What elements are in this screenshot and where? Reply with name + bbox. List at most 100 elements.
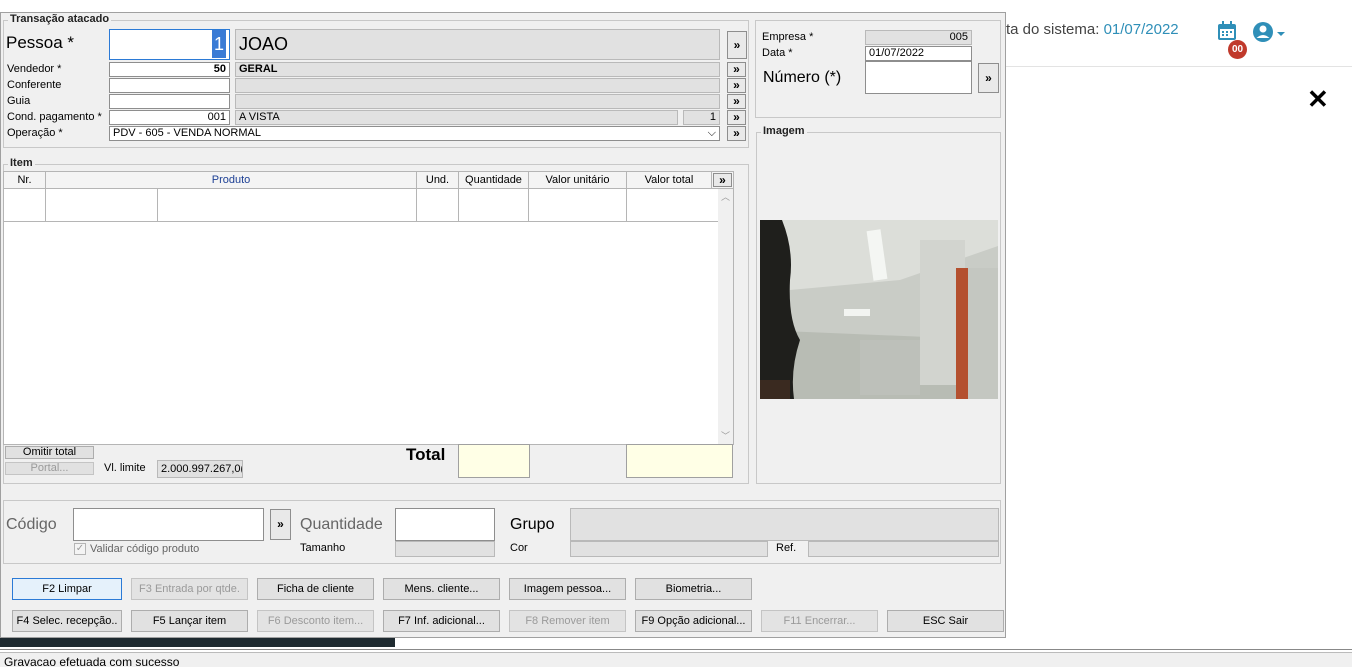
quantidade-label: Quantidade (300, 516, 383, 533)
table-cell[interactable] (459, 189, 529, 222)
f2-limpar-button[interactable]: F2 Limpar (12, 578, 122, 600)
conferente-label: Conferente (7, 79, 62, 91)
conferente-name-field (235, 78, 720, 93)
vl-limite-label: Vl. limite (104, 462, 146, 474)
cond-pagamento-code-input[interactable]: 001 (109, 110, 230, 125)
column-header-quantidade[interactable]: Quantidade (459, 172, 529, 188)
column-header-und[interactable]: Und. (417, 172, 459, 188)
column-header-nr[interactable]: Nr. (4, 172, 46, 188)
empresa-label: Empresa * (762, 31, 814, 43)
f6-desconto-item-button[interactable]: F6 Desconto item... (257, 610, 374, 632)
table-cell[interactable] (417, 189, 459, 222)
column-header-produto[interactable]: Produto (46, 172, 417, 188)
cond-pagamento-parcelas: 1 (683, 110, 720, 125)
column-header-valor-total[interactable]: Valor total (627, 172, 712, 188)
guia-code-input[interactable] (109, 94, 230, 109)
table-cell[interactable] (158, 189, 417, 222)
vendedor-code-input[interactable]: 50 (109, 62, 230, 77)
calendar-icon[interactable] (1216, 20, 1238, 42)
pessoa-code-input[interactable]: 1 (109, 29, 230, 60)
guia-search-button[interactable]: » (727, 94, 746, 109)
items-table[interactable]: Nr. Produto Und. Quantidade Valor unitár… (3, 171, 734, 445)
empresa-field: 005 (865, 30, 972, 45)
table-cell[interactable] (529, 189, 627, 222)
ficha-cliente-button[interactable]: Ficha de cliente (257, 578, 374, 600)
cond-pagamento-search-button[interactable]: » (727, 110, 746, 125)
f8-remover-item-button[interactable]: F8 Remover item (509, 610, 626, 632)
guia-name-field (235, 94, 720, 109)
portal-button[interactable]: Portal... (5, 462, 94, 475)
f11-encerrar-button[interactable]: F11 Encerrar... (761, 610, 878, 632)
operacao-value: PDV - 605 - VENDA NORMAL (113, 127, 261, 139)
conferente-search-button[interactable]: » (727, 78, 746, 93)
quantidade-input[interactable] (395, 508, 495, 541)
f9-opcao-adicional-button[interactable]: F9 Opção adicional... (635, 610, 752, 632)
progress-bar (0, 638, 395, 647)
items-table-header: Nr. Produto Und. Quantidade Valor unitár… (4, 172, 733, 189)
vendedor-label: Vendedor * (7, 63, 62, 75)
conferente-code-input[interactable] (109, 78, 230, 93)
close-icon[interactable]: ✕ (1307, 86, 1329, 112)
pessoa-label: Pessoa * (6, 33, 75, 52)
validar-codigo-label: Validar código produto (90, 543, 200, 555)
codigo-input[interactable] (73, 508, 264, 541)
vl-limite-field: 2.000.997.267,0( (157, 460, 243, 478)
numero-label: Número (*) (763, 69, 842, 86)
imagem-pessoa-button[interactable]: Imagem pessoa... (509, 578, 626, 600)
guia-label: Guia (7, 95, 31, 107)
total-quantity-field (458, 444, 530, 478)
chevron-down-icon: ⌵ (707, 127, 716, 139)
system-date: ta do sistema: 01/07/2022 (1006, 21, 1179, 38)
biometria-button[interactable]: Biometria... (635, 578, 752, 600)
ref-field (808, 541, 999, 557)
tamanho-field (395, 541, 495, 557)
f5-lancar-item-button[interactable]: F5 Lançar item (131, 610, 248, 632)
system-date-value: 01/07/2022 (1103, 21, 1179, 38)
data-input[interactable]: 01/07/2022 (865, 46, 972, 61)
cond-pagamento-label: Cond. pagamento * (7, 111, 102, 123)
omitir-total-button[interactable]: Omitir total (5, 446, 94, 459)
user-menu-icon[interactable] (1252, 21, 1286, 43)
transacao-group-title: Transação atacado (8, 13, 112, 25)
mens-cliente-button[interactable]: Mens. cliente... (383, 578, 500, 600)
f7-inf-adicional-button[interactable]: F7 Inf. adicional... (383, 610, 500, 632)
esc-sair-button[interactable]: ESC Sair (887, 610, 1004, 632)
f3-entrada-qtde-button[interactable]: F3 Entrada por qtde. (131, 578, 248, 600)
table-row[interactable] (4, 189, 733, 222)
bottom-divider (0, 649, 1352, 650)
ref-label: Ref. (776, 542, 797, 554)
numero-search-button[interactable]: » (978, 63, 999, 93)
items-scrollbar[interactable]: ︿ ﹀ (718, 189, 733, 445)
operacao-label: Operação * (7, 127, 63, 139)
columns-more-button[interactable]: » (713, 173, 732, 187)
calendar-badge: 00 (1228, 40, 1247, 59)
tamanho-label: Tamanho (300, 542, 346, 554)
table-cell[interactable] (46, 189, 158, 222)
item-group-title: Item (8, 157, 35, 169)
operacao-search-button[interactable]: » (727, 126, 746, 141)
system-date-label: ta do sistema: (1006, 21, 1100, 38)
header-divider (1006, 66, 1352, 67)
total-value-field (626, 444, 733, 478)
codigo-search-button[interactable]: » (270, 509, 291, 540)
validar-codigo-checkbox[interactable]: ✓ (74, 543, 86, 555)
cond-pagamento-name-field: A VISTA (235, 110, 678, 125)
f4-selec-recepcao-button[interactable]: F4 Selec. recepção.. (12, 610, 122, 632)
grupo-label: Grupo (510, 516, 555, 533)
table-cell[interactable] (4, 189, 46, 222)
codigo-label: Código (6, 516, 57, 533)
scroll-up-icon[interactable]: ︿ (721, 193, 730, 202)
grupo-field (570, 508, 999, 541)
status-bar: Gravacao efetuada com sucesso (0, 652, 1352, 667)
imagem-group-title: Imagem (761, 125, 807, 137)
operacao-select[interactable]: PDV - 605 - VENDA NORMAL ⌵ (109, 126, 720, 141)
pessoa-search-button[interactable]: » (727, 31, 747, 59)
cor-label: Cor (510, 542, 528, 554)
data-label: Data * (762, 47, 793, 59)
scroll-down-icon[interactable]: ﹀ (721, 432, 730, 441)
column-header-valor-unitario[interactable]: Valor unitário (529, 172, 627, 188)
pessoa-code-value: 1 (211, 30, 226, 58)
vendedor-search-button[interactable]: » (727, 62, 746, 77)
vendedor-name-field: GERAL (235, 62, 720, 77)
numero-input[interactable] (865, 61, 972, 94)
